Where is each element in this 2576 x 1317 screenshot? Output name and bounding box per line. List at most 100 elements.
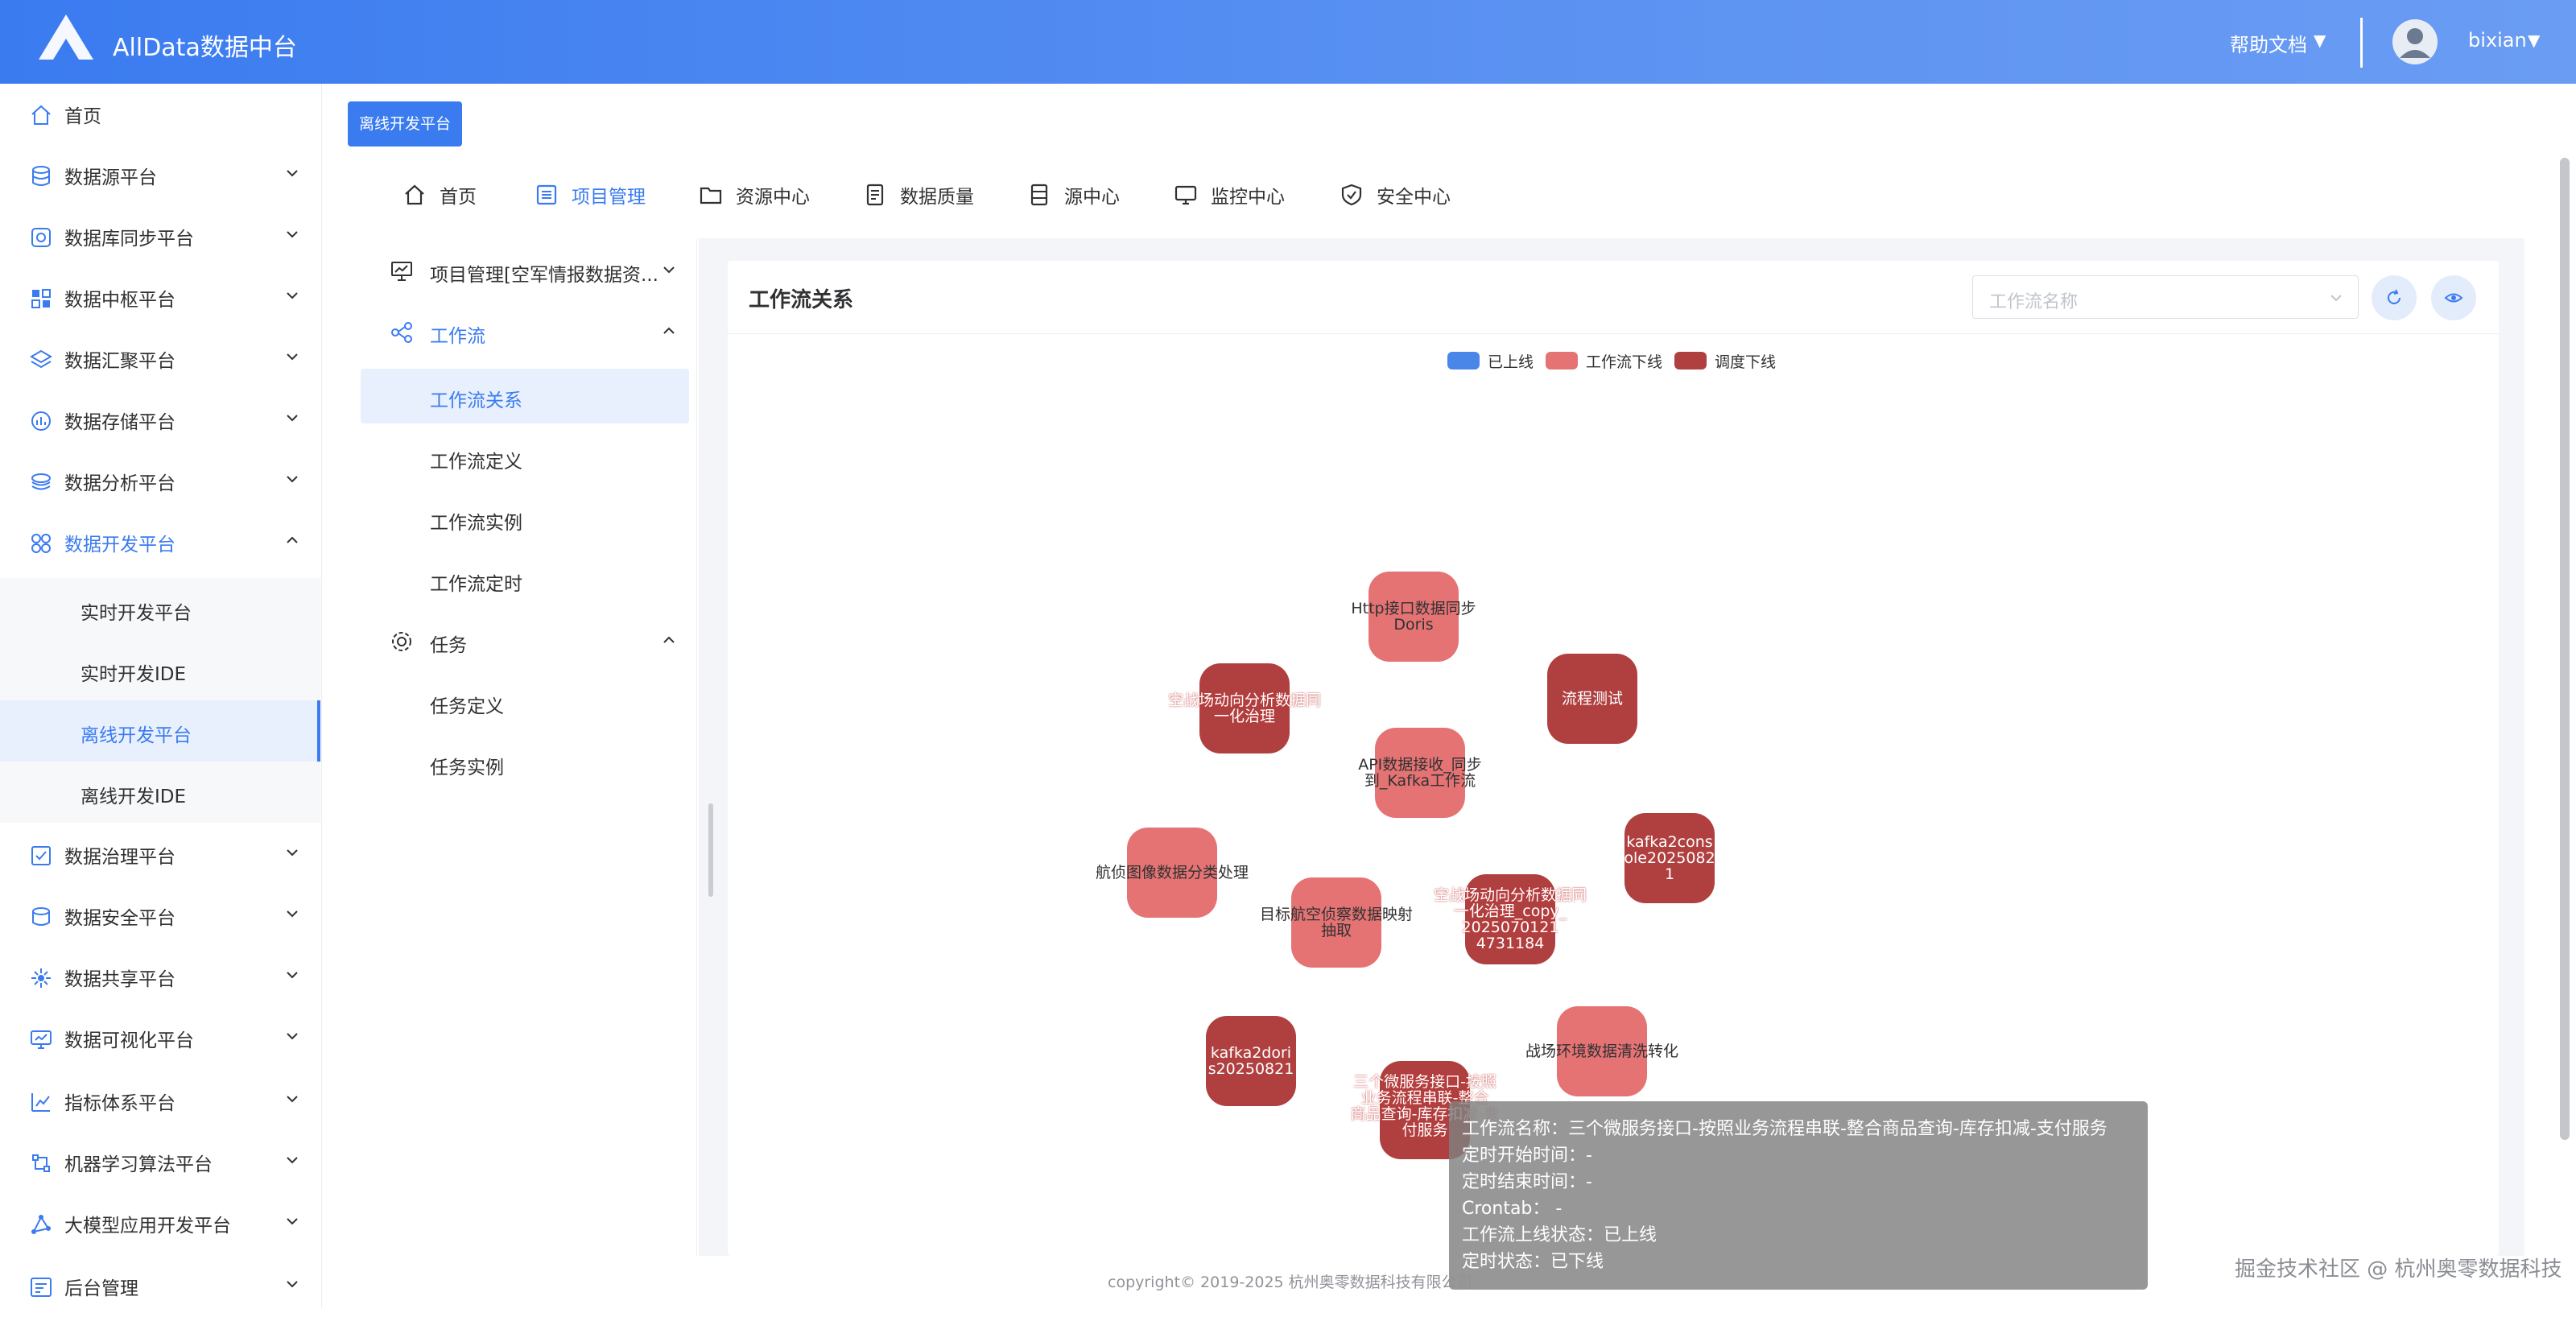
nav-label: 源中心: [1064, 187, 1120, 208]
sidebar-item-storage[interactable]: 数据存储平台: [0, 390, 322, 451]
sidebar-item-label: 数据共享平台: [64, 969, 175, 990]
sidebar-item-label: 大模型应用开发平台: [64, 1216, 231, 1236]
legend-label: 工作流下线: [1586, 353, 1663, 371]
layers-icon: [30, 349, 52, 369]
username[interactable]: bixian: [2468, 29, 2527, 52]
sidebar-item-analysis[interactable]: 数据分析平台: [0, 451, 322, 512]
menu-workflow-schedule[interactable]: 工作流定时: [361, 552, 689, 607]
nav-project-management[interactable]: 项目管理: [535, 161, 646, 229]
sidebar-item-security[interactable]: 数据安全平台: [0, 886, 322, 947]
presentation-icon: [391, 262, 412, 281]
refresh-button[interactable]: [2372, 275, 2417, 320]
workflow-node-label: API数据接收_同步 到_Kafka工作流: [1358, 756, 1482, 790]
sidebar-subitem[interactable]: 离线开发平台: [0, 700, 320, 762]
legend-item-online[interactable]: 已上线: [1447, 349, 1534, 372]
menu-workflow-instance[interactable]: 工作流实例: [361, 491, 689, 546]
menu-workflow[interactable]: 工作流: [354, 301, 697, 362]
chevron-down-icon: [2330, 295, 2342, 302]
workflow-node-label: kafka2cons ole2025082 1: [1624, 833, 1715, 883]
sidebar-item-label: 机器学习算法平台: [64, 1154, 213, 1175]
admin-icon: [31, 1278, 52, 1297]
sidebar-item-sync[interactable]: 数据库同步平台: [0, 206, 322, 267]
sidebar-item-home[interactable]: 首页: [0, 84, 322, 145]
home-icon: [31, 105, 51, 125]
copyright: copyright© 2019-2025 杭州奥零数据科技有限公司: [1108, 1274, 1472, 1291]
chevron-down-icon: [287, 415, 298, 422]
nav-source-center[interactable]: 源中心: [1027, 161, 1120, 229]
chevron-up-icon: [287, 536, 298, 543]
sidebar-subitem[interactable]: 实时开发平台: [0, 578, 320, 639]
menu-label: 任务: [430, 635, 467, 656]
menu-task-definition[interactable]: 任务定义: [361, 675, 689, 729]
nav-label: 首页: [440, 187, 477, 208]
chevron-down-icon: [287, 1157, 298, 1164]
nav-security-center[interactable]: 安全中心: [1340, 161, 1451, 229]
ml-icon: [32, 1154, 50, 1172]
menu-task-instance[interactable]: 任务实例: [361, 736, 689, 791]
project-selector[interactable]: 项目管理[空军情报数据资...: [354, 240, 697, 301]
menu-workflow-relation[interactable]: 工作流关系: [361, 369, 689, 423]
nav-monitor-center[interactable]: 监控中心: [1174, 161, 1285, 229]
divider: [728, 333, 2499, 334]
sidebar-subitem-label: 离线开发IDE: [80, 786, 187, 807]
legend-item-schedule-offline[interactable]: 调度下线: [1674, 349, 1776, 372]
sidebar-item-llm[interactable]: 大模型应用开发平台: [0, 1193, 322, 1254]
storage-icon: [31, 411, 51, 431]
legend-label: 调度下线: [1715, 353, 1777, 371]
sidebar-item-database[interactable]: 数据源平台: [0, 145, 322, 206]
workflow-name-select[interactable]: 工作流名称: [1972, 275, 2359, 319]
sidebar-subitem-label: 实时开发平台: [80, 603, 192, 624]
sidebar-item-label: 首页: [64, 106, 101, 127]
card-title: 工作流关系: [749, 288, 854, 312]
sidebar-item-grid[interactable]: 数据中枢平台: [0, 267, 322, 328]
avatar[interactable]: [2392, 19, 2438, 64]
sidebar-subitem[interactable]: 离线开发IDE: [0, 762, 320, 823]
sidebar-item-monitor[interactable]: 数据可视化平台: [0, 1008, 322, 1069]
nav-label: 监控中心: [1211, 187, 1285, 208]
menu-label: 工作流定时: [430, 574, 522, 595]
nav-label: 项目管理: [572, 187, 646, 208]
chevron-down-icon: [287, 1281, 298, 1288]
workflow-icon: [391, 322, 412, 343]
caret-down-icon[interactable]: ▼: [2314, 31, 2326, 50]
sidebar-item-governance[interactable]: 数据治理平台: [0, 824, 322, 886]
chevron-down-icon: [287, 170, 298, 177]
sidebar-item-ml[interactable]: 机器学习算法平台: [0, 1132, 322, 1193]
sidebar-item-metrics[interactable]: 指标体系平台: [0, 1071, 322, 1132]
legend-item-workflow-offline[interactable]: 工作流下线: [1546, 349, 1662, 372]
nav-data-quality[interactable]: 数据质量: [863, 161, 974, 229]
module-nav: 首页 项目管理 资源中心 数据质量 源中心 监控中心 安全中心: [354, 161, 2528, 229]
app-title: AllData数据中台: [113, 34, 297, 62]
workflow-node-label: Http接口数据同步 Doris: [1351, 600, 1476, 634]
menu-workflow-definition[interactable]: 工作流定义: [361, 430, 689, 485]
document-icon: [866, 184, 884, 206]
sidebar-item-apps[interactable]: 数据开发平台: [0, 512, 322, 573]
nav-home[interactable]: 首页: [402, 161, 477, 229]
tooltip-line: Crontab： -: [1462, 1199, 1563, 1219]
caret-down-icon[interactable]: ▼: [2528, 31, 2540, 50]
sidebar-subitem[interactable]: 实时开发IDE: [0, 639, 320, 700]
help-docs-link[interactable]: 帮助文档: [2230, 29, 2307, 57]
view-button[interactable]: [2431, 275, 2476, 320]
security-icon: [32, 907, 50, 926]
legend-swatch: [1674, 352, 1707, 370]
sidebar-item-share[interactable]: 数据共享平台: [0, 947, 322, 1008]
nav-label: 数据质量: [900, 187, 974, 208]
gear-icon: [392, 632, 411, 651]
chevron-down-icon: [287, 849, 298, 857]
apps-icon: [31, 534, 51, 553]
breadcrumb-tag-offline-dev[interactable]: 离线开发平台: [348, 101, 462, 147]
tooltip-line: 工作流名称：三个微服务接口-按照业务流程串联-整合商品查询-库存扣减-支付服务: [1462, 1119, 2107, 1139]
panel-resize-handle[interactable]: [708, 803, 713, 897]
server-icon: [1030, 184, 1048, 206]
page-scrollbar[interactable]: [2560, 158, 2570, 1140]
nav-label: 资源中心: [736, 187, 810, 208]
folder-icon: [700, 187, 722, 204]
nav-label: 安全中心: [1377, 187, 1451, 208]
header-divider: [2360, 18, 2363, 68]
sidebar-item-layers[interactable]: 数据汇聚平台: [0, 328, 322, 390]
sidebar-item-admin[interactable]: 后台管理: [0, 1256, 322, 1317]
monitor-icon: [31, 1030, 52, 1049]
menu-task[interactable]: 任务: [354, 610, 697, 671]
nav-resource-center[interactable]: 资源中心: [699, 161, 810, 229]
